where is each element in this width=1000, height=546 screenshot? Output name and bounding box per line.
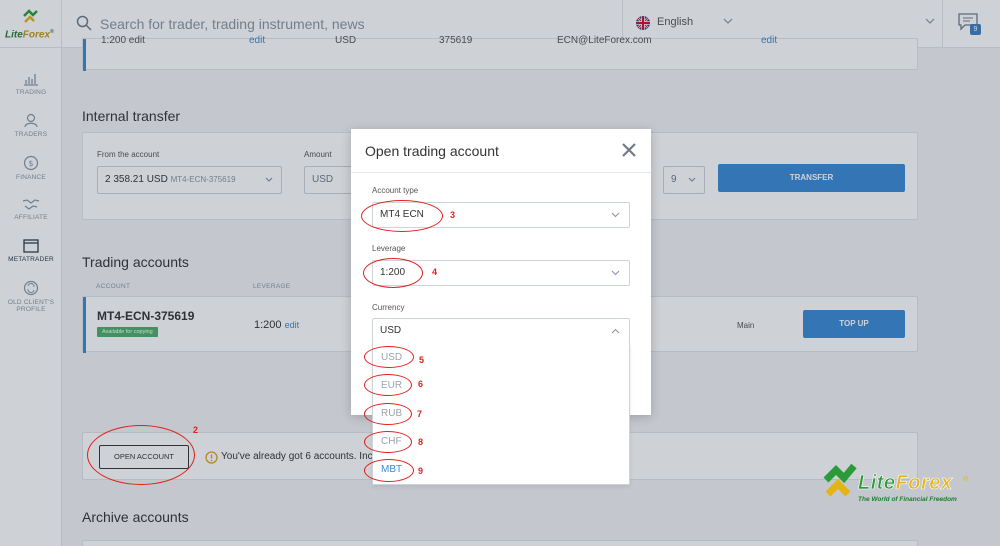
chevron-down-icon xyxy=(611,270,620,276)
currency-label: Currency xyxy=(372,303,405,312)
annotation-ring xyxy=(364,346,414,368)
currency-select[interactable]: USD xyxy=(372,318,630,344)
leverage-label: Leverage xyxy=(372,244,406,253)
annotation-number: 9 xyxy=(418,466,424,476)
annotation-ring xyxy=(364,403,412,425)
divider xyxy=(351,172,651,173)
account-type-label: Account type xyxy=(372,186,419,195)
annotation-ring xyxy=(87,425,195,485)
annotation-number: 3 xyxy=(450,210,456,220)
chevron-up-icon xyxy=(611,328,620,334)
watermark-reg: ® xyxy=(963,476,969,483)
annotation-number: 2 xyxy=(193,425,199,435)
chevron-down-icon xyxy=(611,212,620,218)
currency-select-value: USD xyxy=(380,325,402,336)
annotation-number: 7 xyxy=(417,409,423,419)
annotation-number: 8 xyxy=(418,437,424,447)
close-icon[interactable] xyxy=(621,142,637,158)
annotation-number: 5 xyxy=(419,355,425,365)
annotation-ring xyxy=(364,374,412,396)
annotation-number: 4 xyxy=(432,267,438,277)
watermark-tagline: The World of Financial Freedom xyxy=(858,496,957,503)
modal-title: Open trading account xyxy=(365,143,499,159)
annotation-ring xyxy=(364,459,414,482)
annotation-ring xyxy=(363,258,423,288)
annotation-number: 6 xyxy=(418,379,424,389)
annotation-ring xyxy=(361,200,443,232)
watermark-brand: LiteForex xyxy=(858,472,953,495)
annotation-ring xyxy=(364,431,412,453)
